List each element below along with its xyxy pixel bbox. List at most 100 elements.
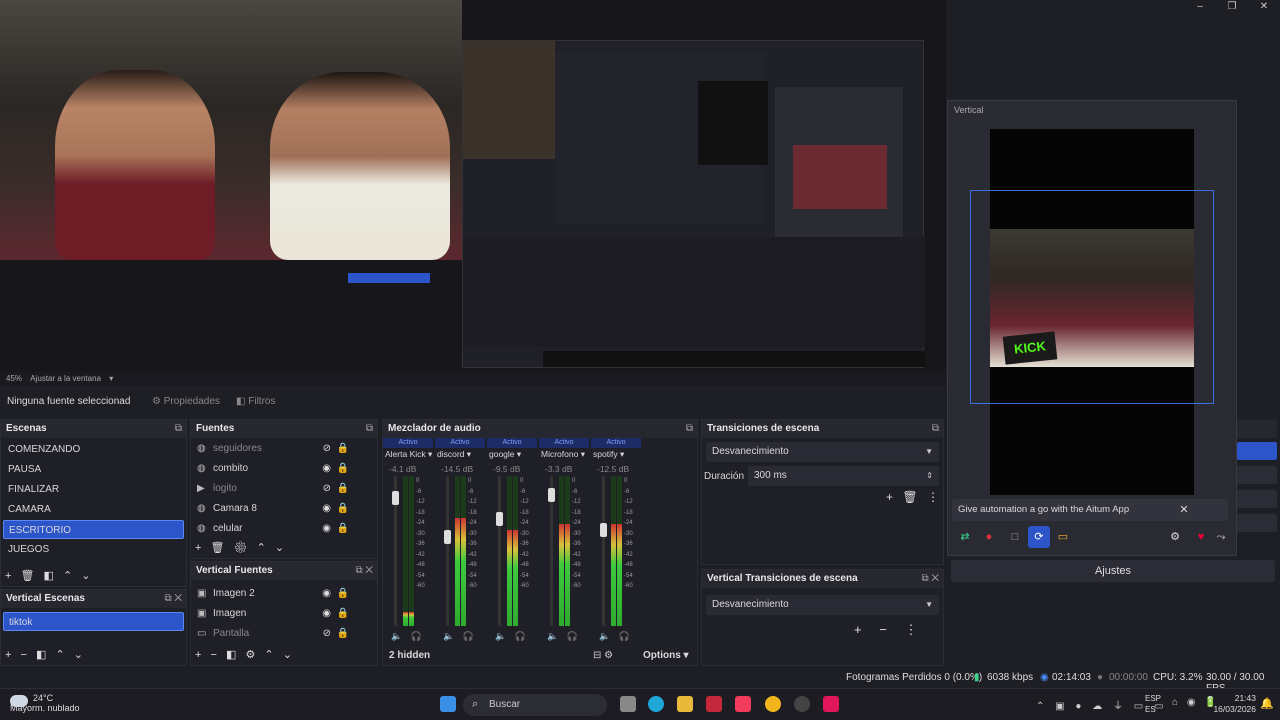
heart-icon[interactable]: ♥ — [1190, 526, 1212, 548]
lock-icon[interactable]: 🔒 — [337, 584, 349, 604]
weather-widget[interactable]: 24°C Mayorm. nublado — [10, 693, 80, 713]
fader-knob[interactable] — [548, 488, 555, 502]
close-icon[interactable]: ✕ — [1174, 499, 1194, 521]
selection-box[interactable] — [970, 190, 1214, 404]
clock[interactable]: 21:43 16/03/2026 — [1213, 693, 1256, 715]
vertical-scene-item[interactable]: tiktok — [3, 612, 184, 631]
fader-knob[interactable] — [392, 491, 399, 505]
trash-icon[interactable]: 🗑 — [902, 490, 917, 504]
speaker-icon[interactable]: 🔈 — [547, 631, 558, 641]
lock-icon[interactable]: 🔒 — [337, 499, 349, 519]
eye-icon[interactable]: ◉ — [322, 604, 331, 624]
fader-knob[interactable] — [444, 530, 451, 544]
add-icon[interactable]: + — [195, 649, 201, 661]
remove-icon[interactable]: − — [21, 649, 27, 661]
taskbar-search[interactable]: Buscar — [463, 694, 607, 716]
lock-icon[interactable]: 🔒 — [337, 439, 349, 459]
volume-fader[interactable] — [602, 476, 605, 626]
vertical-source-item[interactable]: ▭ Pantalla ⊘ 🔒 — [195, 624, 357, 644]
minimize-button[interactable]: – — [1184, 0, 1216, 14]
fader-knob[interactable] — [496, 512, 503, 526]
zoom-level[interactable]: 45% — [6, 374, 22, 383]
down-icon[interactable]: ⌄ — [81, 570, 90, 582]
scene-item[interactable]: CAMARA — [3, 500, 184, 519]
up-icon[interactable]: ⌃ — [257, 542, 266, 554]
eye-hidden-icon[interactable]: ⊘ — [323, 624, 331, 644]
lock-icon[interactable]: 🔒 — [337, 459, 349, 479]
eye-icon[interactable]: ◉ — [322, 499, 331, 519]
split-icon[interactable]: ⤳ — [1210, 526, 1232, 548]
virtualcam-icon[interactable]: ▭ — [1052, 526, 1074, 548]
speaker-icon[interactable]: 🔈 — [391, 631, 402, 641]
lock-icon[interactable]: 🔒 — [337, 624, 349, 644]
scene-item[interactable]: FINALIZAR — [3, 480, 184, 499]
scene-item[interactable]: JUEGOS — [3, 540, 184, 559]
scene-item[interactable]: COMENZANDO — [3, 440, 184, 459]
fader-knob[interactable] — [600, 523, 607, 537]
obs-icon[interactable] — [794, 696, 810, 712]
channel-name[interactable]: google ▾ — [489, 449, 521, 460]
stop-icon[interactable]: □ — [1004, 526, 1026, 548]
scene-item-selected[interactable]: ESCRITORIO — [3, 520, 184, 539]
add-icon[interactable]: + — [886, 490, 893, 504]
stream-icon[interactable]: ⇄ — [954, 526, 976, 548]
transition-select[interactable]: Desvanecimiento ▼ — [706, 442, 939, 462]
volume-fader[interactable] — [446, 476, 449, 626]
eye-icon[interactable]: ◉ — [322, 519, 331, 539]
close-icon[interactable]: ⧉ ✕ — [921, 570, 939, 588]
close-button[interactable]: ✕ — [1248, 0, 1280, 14]
remove-icon[interactable]: − — [211, 649, 217, 661]
network-volume-icons[interactable]: ⌂ ◉ 🔋 — [1172, 697, 1217, 708]
trash-icon[interactable]: 🗑 — [21, 570, 35, 582]
tiktok-icon[interactable] — [823, 696, 839, 712]
undock-icon[interactable]: ⧉ — [686, 420, 693, 438]
channel-name[interactable]: discord ▾ — [437, 449, 471, 460]
close-icon[interactable]: ⧉ ✕ — [355, 562, 373, 580]
undock-icon[interactable]: ⧉ — [175, 420, 182, 438]
lock-icon[interactable]: 🔒 — [337, 519, 349, 539]
more-icon[interactable]: ⋮ — [904, 622, 917, 637]
add-icon[interactable]: + — [195, 542, 201, 554]
headphones-icon[interactable]: 🎧 — [567, 631, 578, 641]
task-view-icon[interactable] — [620, 696, 636, 712]
up-icon[interactable]: ⌃ — [55, 649, 64, 661]
headphones-icon[interactable]: 🎧 — [619, 631, 630, 641]
add-icon[interactable]: + — [854, 622, 862, 637]
vertical-source-item[interactable]: ▣ Imagen 2 ◉ 🔒 — [195, 584, 357, 604]
volume-fader[interactable] — [498, 476, 501, 626]
chevron-down-icon[interactable]: ▾ — [109, 374, 113, 383]
headphones-icon[interactable]: 🎧 — [463, 631, 474, 641]
language-indicator[interactable]: ESP ES — [1145, 693, 1161, 715]
properties-button[interactable]: ⚙ Propiedades — [152, 396, 220, 407]
filter-icon[interactable]: ◧ — [44, 570, 54, 582]
speaker-icon[interactable]: 🔈 — [495, 631, 506, 641]
windows-start-icon[interactable] — [440, 696, 456, 712]
mixer-layout-icon[interactable]: ⊟ ⚙ — [593, 650, 613, 661]
edge-icon[interactable] — [648, 696, 664, 712]
music-icon[interactable] — [735, 696, 751, 712]
add-icon[interactable]: + — [5, 570, 11, 582]
speaker-icon[interactable]: 🔈 — [443, 631, 454, 641]
gear-icon[interactable]: ⚙ — [1164, 526, 1186, 548]
up-icon[interactable]: ⌃ — [264, 649, 273, 661]
filters-button[interactable]: ◧ Filtros — [236, 396, 275, 407]
channel-name[interactable]: Microfono ▾ — [541, 449, 585, 460]
scene-item[interactable]: PAUSA — [3, 460, 184, 479]
speaker-icon[interactable]: 🔈 — [599, 631, 610, 641]
headphones-icon[interactable]: 🎧 — [515, 631, 526, 641]
undock-icon[interactable]: ⧉ — [932, 420, 939, 438]
headphones-icon[interactable]: 🎧 — [411, 631, 422, 641]
options-button[interactable]: Options ▾ — [643, 650, 689, 661]
vertical-transition-select[interactable]: Desvanecimiento ▼ — [706, 595, 939, 615]
folder-icon[interactable] — [677, 696, 693, 712]
source-item[interactable]: ▶ logito ⊘ 🔒 — [195, 479, 357, 499]
record-icon[interactable]: ● — [978, 526, 1000, 548]
add-icon[interactable]: + — [5, 649, 11, 661]
source-item[interactable]: ◍ Camara 8 ◉ 🔒 — [195, 499, 357, 519]
hidden-count[interactable]: 2 hidden — [389, 650, 430, 661]
replay-icon[interactable]: ⟳ — [1028, 526, 1050, 548]
lock-icon[interactable]: 🔒 — [337, 479, 349, 499]
more-icon[interactable]: ⋮ — [927, 490, 939, 504]
eye-icon[interactable]: ◉ — [322, 459, 331, 479]
eye-hidden-icon[interactable]: ⊘ — [323, 439, 331, 459]
